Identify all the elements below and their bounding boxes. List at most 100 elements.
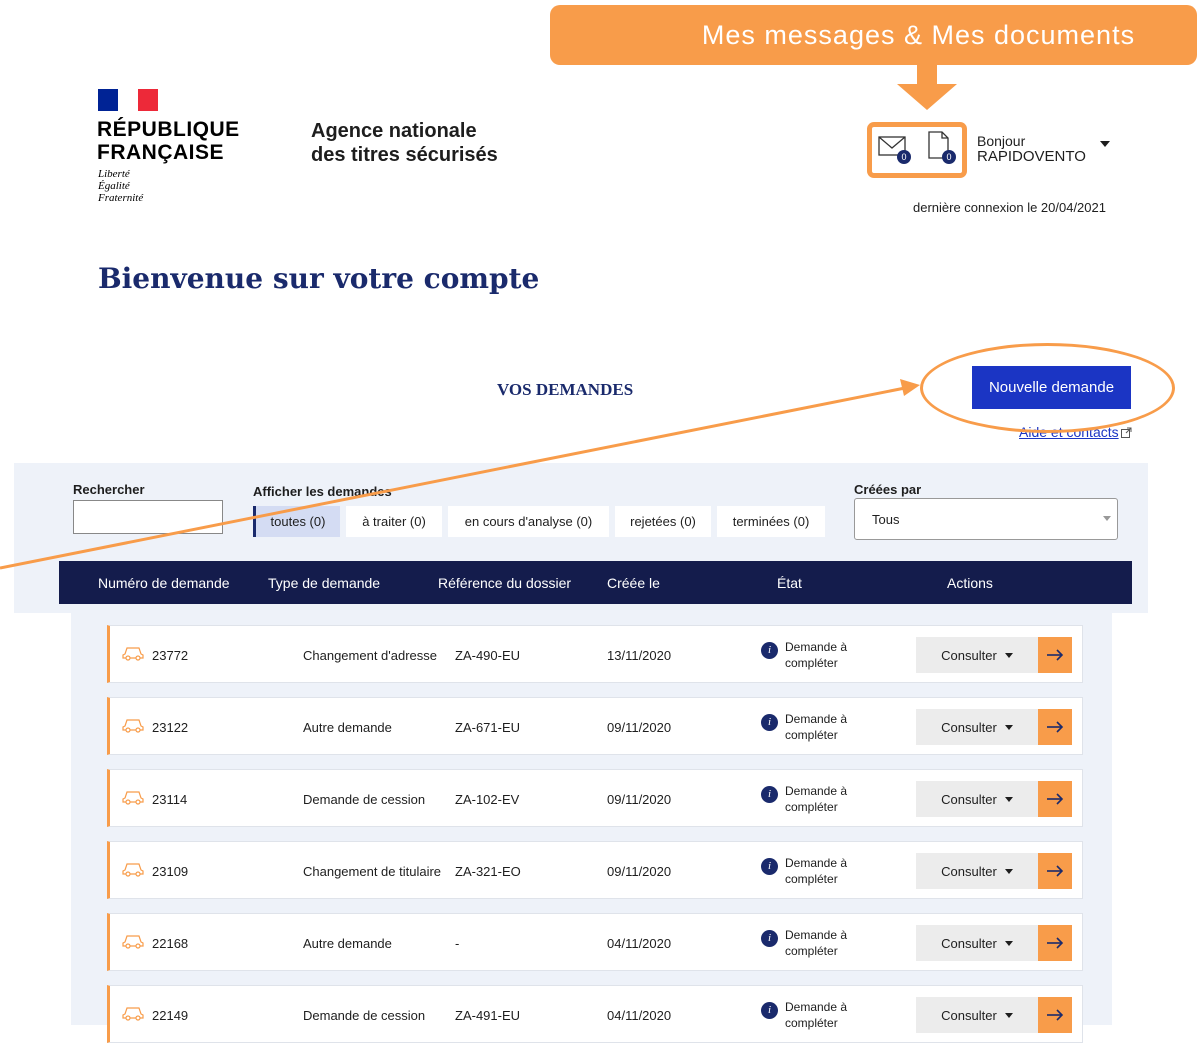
table-row[interactable]: 23114 Demande de cession ZA-102-EV 09/11…: [107, 769, 1083, 827]
consult-label: Consulter: [941, 791, 997, 807]
arrow-right-icon: [1047, 1009, 1064, 1021]
agency-name[interactable]: Agence nationale des titres sécurisés: [311, 119, 498, 167]
request-reference: ZA-490-EU: [455, 648, 521, 663]
arrow-right-icon: [1047, 865, 1064, 877]
open-request-button[interactable]: [1038, 997, 1072, 1033]
marianne-flag-logo: [98, 89, 158, 111]
callout-arrow-stem: [917, 64, 937, 84]
request-type: Demande de cession: [303, 792, 426, 807]
republique-francaise-logo: RÉPUBLIQUE FRANÇAISE: [97, 118, 240, 164]
consult-dropdown-button[interactable]: Consulter: [916, 853, 1038, 889]
request-reference: ZA-671-EU: [455, 720, 521, 735]
search-input[interactable]: [73, 500, 223, 534]
consult-dropdown-button[interactable]: Consulter: [916, 637, 1038, 673]
request-state: Demande à compléter: [785, 1000, 848, 1030]
info-icon: i: [761, 786, 778, 803]
open-request-button[interactable]: [1038, 637, 1072, 673]
tab-en-cours[interactable]: en cours d'analyse (0): [448, 506, 609, 537]
request-reference: ZA-102-EV: [455, 792, 520, 807]
car-icon: [122, 791, 144, 805]
external-link-icon: [1121, 427, 1132, 438]
greeting-text: Bonjour: [977, 133, 1026, 149]
arrow-right-icon: [1047, 937, 1064, 949]
table-row[interactable]: 22168 Autre demande - 04/11/2020 i Deman…: [107, 913, 1083, 971]
caret-down-icon: [1004, 1012, 1013, 1018]
open-request-button[interactable]: [1038, 709, 1072, 745]
consult-label: Consulter: [941, 935, 997, 951]
tab-terminees[interactable]: terminées (0): [717, 506, 825, 537]
tab-toutes[interactable]: toutes (0): [253, 506, 340, 537]
table-row[interactable]: 23122 Autre demande ZA-671-EU 09/11/2020…: [107, 697, 1083, 755]
logo-line-1: RÉPUBLIQUE: [97, 118, 240, 141]
callout-arrow-down-icon: [897, 84, 957, 110]
request-date: 09/11/2020: [607, 864, 672, 879]
created-by-label: Créées par: [854, 482, 922, 497]
table-row[interactable]: 23772 Changement d'adresse ZA-490-EU 13/…: [107, 625, 1083, 683]
caret-down-icon: [1004, 868, 1013, 874]
republic-motto: Liberté Égalité Fraternité: [98, 168, 143, 204]
column-header-state[interactable]: État: [777, 575, 802, 591]
column-header-date[interactable]: Créée le: [607, 575, 660, 591]
created-by-select[interactable]: Tous: [854, 498, 1118, 540]
consult-dropdown-button[interactable]: Consulter: [916, 997, 1038, 1033]
user-menu-caret-down-icon[interactable]: [1100, 141, 1110, 147]
caret-down-icon: [1004, 796, 1013, 802]
new-request-highlight-oval: [920, 343, 1175, 433]
last-login-text: dernière connexion le 20/04/2021: [913, 200, 1106, 215]
table-row[interactable]: 23109 Changement de titulaire ZA-321-EO …: [107, 841, 1083, 899]
open-request-button[interactable]: [1038, 853, 1072, 889]
select-caret-down-icon: [1103, 516, 1111, 521]
info-icon: i: [761, 858, 778, 875]
consult-label: Consulter: [941, 647, 997, 663]
caret-down-icon: [1004, 724, 1013, 730]
consult-label: Consulter: [941, 1007, 997, 1023]
car-icon: [122, 1007, 144, 1021]
request-reference: -: [455, 936, 460, 951]
request-reference: ZA-321-EO: [455, 864, 521, 879]
column-header-reference[interactable]: Référence du dossier: [438, 575, 571, 591]
consult-dropdown-button[interactable]: Consulter: [916, 709, 1038, 745]
request-type: Autre demande: [303, 720, 392, 735]
motto-egalite: Égalité: [98, 180, 130, 192]
info-icon: i: [761, 714, 778, 731]
request-reference: ZA-491-EU: [455, 1008, 521, 1023]
request-type: Demande de cession: [303, 1008, 426, 1023]
request-type: Autre demande: [303, 936, 392, 951]
tab-rejetees[interactable]: rejetées (0): [615, 506, 711, 537]
info-icon: i: [761, 930, 778, 947]
consult-dropdown-button[interactable]: Consulter: [916, 925, 1038, 961]
search-label: Rechercher: [73, 482, 145, 497]
request-number: 22149: [152, 1008, 189, 1023]
table-row[interactable]: 22149 Demande de cession ZA-491-EU 04/11…: [107, 985, 1083, 1043]
request-date: 09/11/2020: [607, 792, 672, 807]
motto-fraternite: Fraternité: [98, 192, 144, 204]
column-header-type[interactable]: Type de demande: [268, 575, 380, 591]
username: RAPIDOVENTO: [977, 148, 1086, 165]
arrow-right-icon: [1047, 793, 1064, 805]
consult-label: Consulter: [941, 719, 997, 735]
car-icon: [122, 863, 144, 877]
request-date: 04/11/2020: [607, 936, 672, 951]
request-number: 22168: [152, 936, 189, 951]
motto-liberte: Liberté: [98, 168, 130, 180]
callout-banner: Mes messages & Mes documents: [550, 5, 1197, 65]
car-icon: [122, 719, 144, 733]
open-request-button[interactable]: [1038, 925, 1072, 961]
info-icon: i: [761, 1002, 778, 1019]
arrow-right-icon: [1047, 649, 1064, 661]
request-number: 23114: [152, 792, 188, 807]
request-state: Demande à compléter: [785, 856, 848, 886]
consult-dropdown-button[interactable]: Consulter: [916, 781, 1038, 817]
request-state: Demande à compléter: [785, 640, 848, 670]
page-title: Bienvenue sur votre compte: [98, 262, 540, 295]
info-icon: i: [761, 642, 778, 659]
agency-line-2: des titres sécurisés: [311, 144, 498, 166]
user-menu[interactable]: Bonjour RAPIDOVENTO: [977, 133, 1086, 165]
request-date: 04/11/2020: [607, 1008, 672, 1023]
car-icon: [122, 935, 144, 949]
request-state: Demande à compléter: [785, 928, 848, 958]
tab-a-traiter[interactable]: à traiter (0): [346, 506, 442, 537]
column-header-number[interactable]: Numéro de demande: [98, 575, 230, 591]
request-number: 23122: [152, 720, 189, 735]
open-request-button[interactable]: [1038, 781, 1072, 817]
